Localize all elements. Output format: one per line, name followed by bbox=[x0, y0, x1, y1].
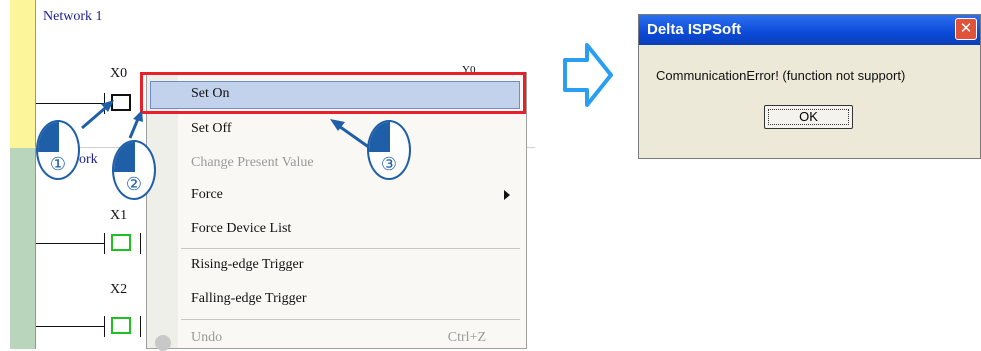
step-number-1: ① bbox=[49, 154, 67, 175]
next-step-arrow-icon bbox=[563, 43, 613, 107]
arrow-head bbox=[133, 110, 143, 122]
step-number-3: ③ bbox=[380, 154, 398, 175]
dialog-titlebar: Delta ISPSoft ✕ bbox=[639, 15, 980, 45]
step-badge-1: ① bbox=[36, 120, 80, 180]
dialog-message: CommunicationError! (function not suppor… bbox=[656, 68, 906, 83]
badge-quadrant bbox=[114, 142, 135, 172]
arrow-to-set-on bbox=[335, 122, 371, 150]
ok-focus-ring bbox=[768, 109, 849, 125]
badge-quadrant bbox=[369, 122, 390, 152]
ok-button[interactable]: OK bbox=[764, 105, 853, 129]
error-dialog: Delta ISPSoft ✕ CommunicationError! (fun… bbox=[638, 14, 981, 159]
close-icon[interactable]: ✕ bbox=[955, 18, 977, 40]
badge-quadrant bbox=[38, 122, 59, 152]
step-badge-3: ③ bbox=[367, 120, 411, 180]
dialog-title: Delta ISPSoft bbox=[647, 21, 742, 38]
step-number-2: ② bbox=[125, 174, 143, 195]
step-badge-2: ② bbox=[112, 140, 156, 200]
